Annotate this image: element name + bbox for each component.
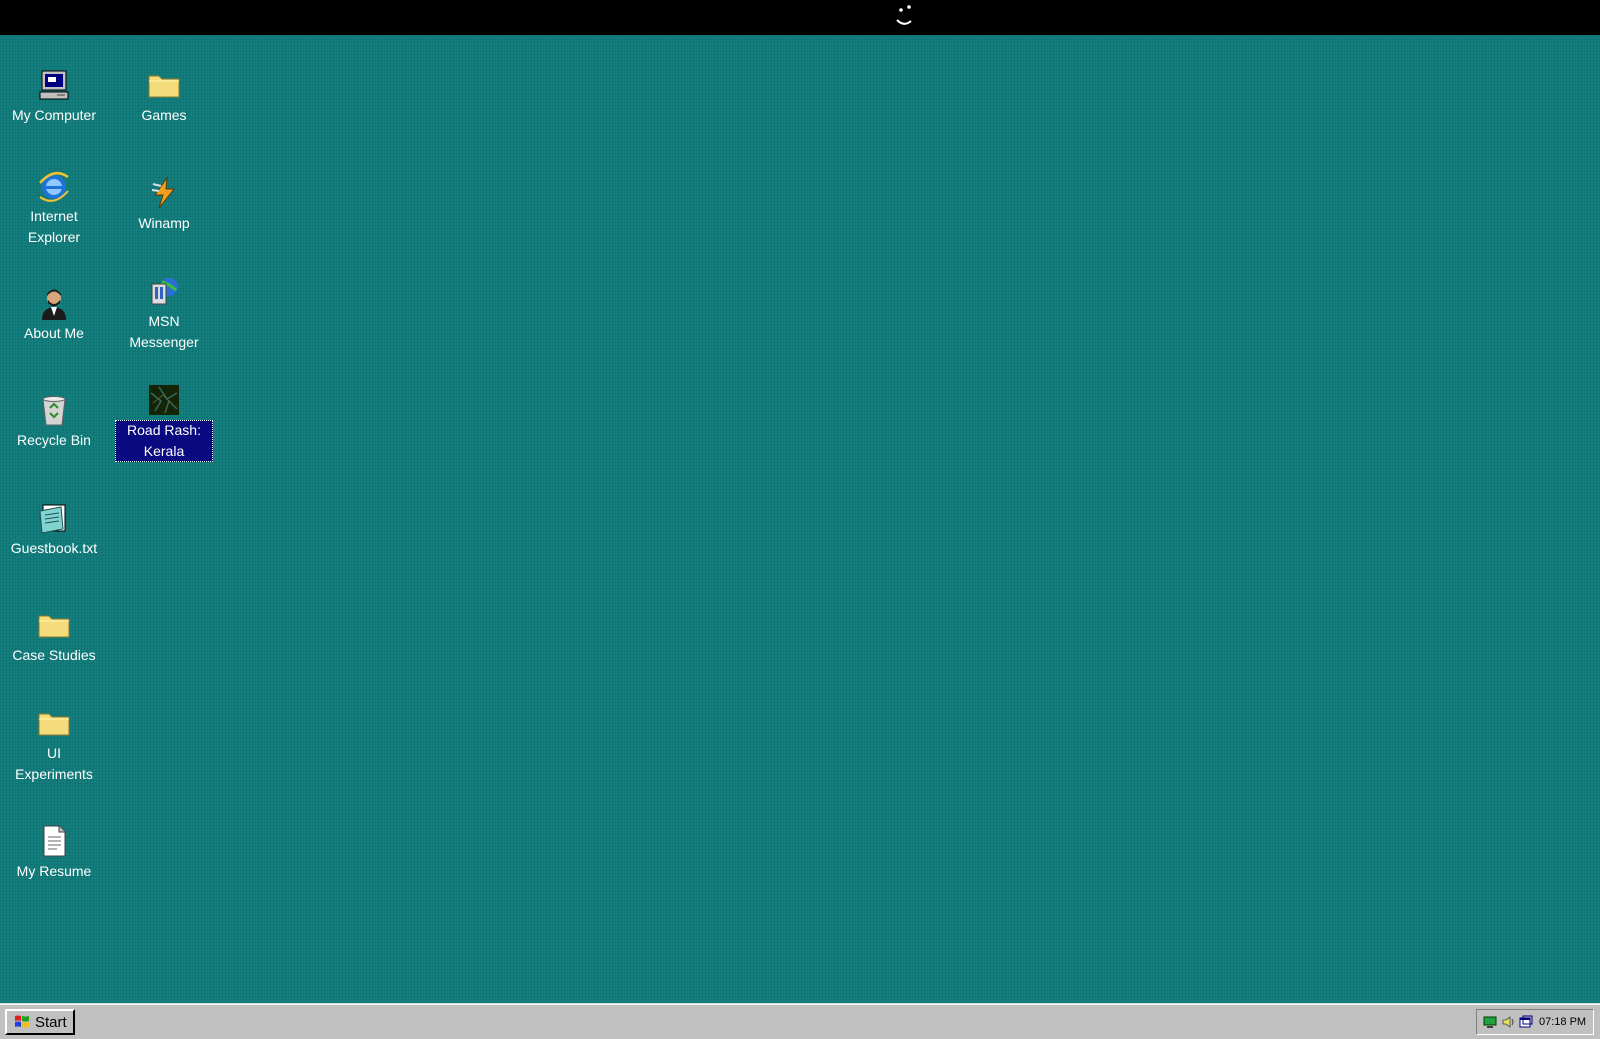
folder-icon [36, 705, 72, 741]
desktop-icon-label: Internet Explorer [27, 208, 81, 245]
winamp-icon [146, 175, 182, 211]
desktop-icon-label: Case Studies [12, 647, 96, 663]
start-button-label: Start [35, 1013, 67, 1031]
windows-logo-icon [15, 1015, 29, 1028]
network-icon[interactable] [1483, 1015, 1497, 1029]
folder-icon [146, 67, 182, 103]
start-button[interactable]: Start [5, 1009, 75, 1035]
desktop-icon-recycle-bin[interactable]: Recycle Bin [4, 392, 104, 451]
desktop-icon-label: My Resume [16, 863, 92, 879]
desktop-icon-my-computer[interactable]: My Computer [4, 67, 104, 126]
clock[interactable]: 07:18 PM [1539, 1016, 1586, 1028]
desktop-icon-games[interactable]: Games [114, 67, 214, 126]
desktop-icon-label: Recycle Bin [17, 432, 91, 448]
notepad-icon [36, 500, 72, 536]
desktop-icon-label: Guestbook.txt [10, 540, 98, 556]
smiley-face-icon [896, 5, 912, 25]
desktop-icon-label: Road Rash: Kerala [115, 420, 213, 462]
desktop-icon-label: Games [141, 107, 187, 123]
internet-explorer-icon [36, 168, 72, 204]
desktop-icon-msn-messenger[interactable]: MSN Messenger [114, 273, 214, 353]
screen: My Computer Internet Explorer About Me R… [0, 0, 1600, 1039]
top-bar [0, 0, 1600, 35]
desktop-icon-my-resume[interactable]: My Resume [4, 823, 104, 882]
system-tray: 07:18 PM [1476, 1009, 1594, 1035]
recycle-bin-icon [36, 392, 72, 428]
desktop-icon-label: About Me [24, 325, 84, 341]
desktop-icon-guestbook[interactable]: Guestbook.txt [4, 500, 104, 559]
desktop-icon-road-rash-kerala[interactable]: Road Rash: Kerala [114, 382, 214, 462]
game-icon [146, 382, 182, 418]
desktop-icon-label: My Computer [11, 107, 97, 123]
taskbar: Start 07:18 PM [0, 1003, 1600, 1039]
desktop-icon-internet-explorer[interactable]: Internet Explorer [4, 168, 104, 248]
person-icon [36, 285, 72, 321]
desktop-icon-about-me[interactable]: About Me [4, 285, 104, 344]
desktop-icon-label: MSN Messenger [129, 313, 199, 350]
document-icon [36, 823, 72, 859]
desktop-icon-case-studies[interactable]: Case Studies [4, 607, 104, 666]
desktop-icon-label: Winamp [138, 215, 190, 231]
folder-icon [36, 607, 72, 643]
msn-messenger-icon [146, 273, 182, 309]
desktop-icon-label: UI Experiments [15, 745, 93, 782]
desktop-icon-ui-experiments[interactable]: UI Experiments [4, 705, 104, 785]
desktop: My Computer Internet Explorer About Me R… [0, 35, 1600, 1003]
display-icon[interactable] [1519, 1015, 1533, 1029]
desktop-icon-winamp[interactable]: Winamp [114, 175, 214, 234]
volume-icon[interactable] [1501, 1015, 1515, 1029]
computer-icon [36, 67, 72, 103]
